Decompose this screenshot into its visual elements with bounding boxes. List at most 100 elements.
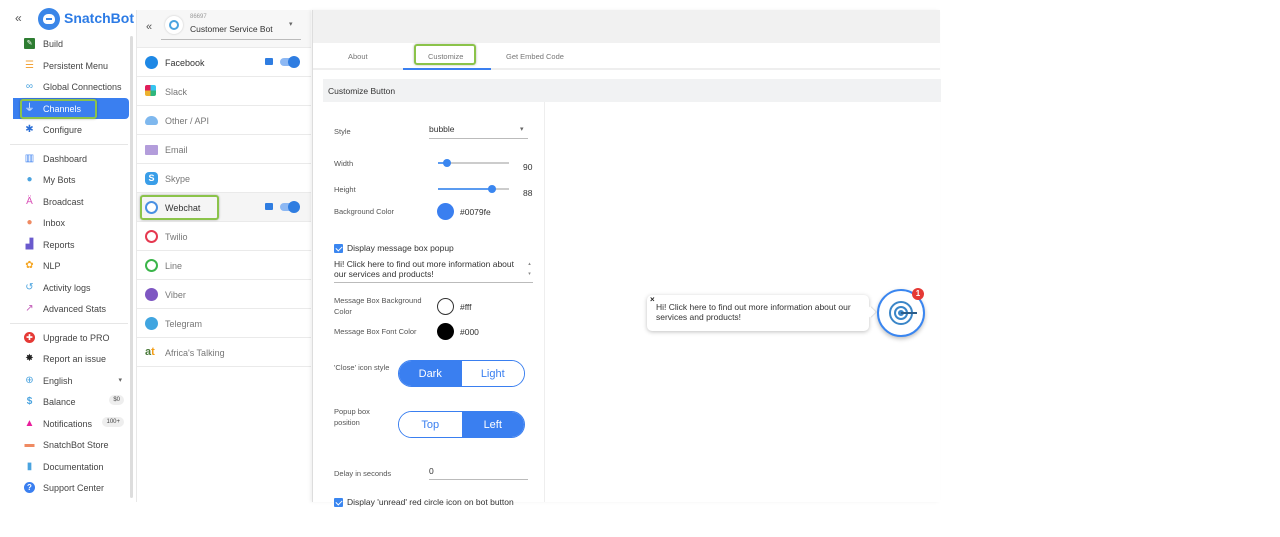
bot-id: 86697 — [190, 14, 207, 20]
display-unread-checkbox[interactable] — [334, 498, 343, 507]
popup-position-toggle[interactable]: Top Left — [398, 411, 525, 438]
sidebar-item-label: Global Connections — [43, 82, 122, 92]
sidebar-item-label: Advanced Stats — [43, 304, 107, 314]
channel-item-webchat[interactable]: Webchat — [137, 193, 311, 222]
bot-selector[interactable]: « 86697 Customer Service Bot ▾ — [137, 10, 311, 48]
background-color-swatch[interactable] — [437, 203, 454, 220]
africas-talking-icon: at — [145, 346, 155, 358]
channel-item-viber[interactable]: Viber — [137, 280, 311, 309]
channel-item-other-api[interactable]: Other / API — [137, 106, 311, 135]
channel-toggle[interactable] — [280, 56, 300, 68]
delay-label: Delay in seconds — [334, 469, 392, 478]
popup-position-label: Popup box position — [334, 407, 370, 427]
close-icon-style-toggle[interactable]: Dark Light — [398, 360, 525, 387]
sidebar-item-label: NLP — [43, 261, 61, 271]
language-select[interactable]: ⊕ English ▾ — [0, 370, 128, 392]
style-select[interactable]: bubble — [429, 124, 455, 134]
sidebar-item-label: Upgrade to PRO — [43, 332, 110, 343]
sidebar-item-notifications[interactable]: ▲ Notifications 100+ — [0, 413, 128, 435]
channel-label: Telegram — [165, 319, 203, 329]
bell-icon: ▲ — [24, 417, 35, 429]
message-box-bg-color-swatch[interactable] — [437, 298, 454, 315]
sidebar-item-advanced-stats[interactable]: ↗ Advanced Stats — [0, 298, 128, 320]
width-slider[interactable] — [438, 159, 509, 167]
popup-message-textarea[interactable]: Hi! Click here to find out more informat… — [334, 259, 533, 283]
display-popup-checkbox[interactable] — [334, 244, 343, 253]
close-style-dark-option[interactable]: Dark — [399, 361, 462, 386]
height-slider[interactable] — [438, 185, 509, 193]
background-color-label: Background Color — [334, 207, 395, 216]
close-style-light-option[interactable]: Light — [461, 361, 524, 386]
tab-get-embed-code[interactable]: Get Embed Code — [506, 52, 564, 61]
channel-item-facebook[interactable]: Facebook — [137, 48, 311, 77]
channel-item-twilio[interactable]: Twilio — [137, 222, 311, 251]
channel-item-line[interactable]: Line — [137, 251, 311, 280]
sidebar-item-build[interactable]: ✎ Build — [0, 33, 128, 55]
channel-toggle[interactable] — [280, 201, 300, 213]
message-icon[interactable] — [265, 58, 273, 65]
sidebar-item-label: Reports — [43, 239, 75, 250]
display-unread-label: Display 'unread' red circle icon on bot … — [347, 497, 514, 507]
sidebar-item-my-bots[interactable]: ● My Bots — [0, 169, 128, 191]
sidebar-item-broadcast[interactable]: Ä Broadcast — [0, 191, 128, 213]
snatchbot-logo-icon — [38, 8, 60, 30]
channel-item-email[interactable]: Email — [137, 135, 311, 164]
popup-position-top-option[interactable]: Top — [399, 412, 462, 437]
sidebar-item-label: Documentation — [43, 461, 104, 472]
channel-label: Other / API — [165, 116, 210, 126]
chat-icon: ● — [26, 217, 33, 228]
sidebar-item-inbox[interactable]: ● Inbox — [0, 212, 128, 234]
chevron-down-icon[interactable]: ▾ — [520, 125, 524, 133]
broadcast-icon: Ä — [26, 195, 33, 207]
collapse-sidebar-icon[interactable]: « — [15, 11, 22, 25]
sidebar-item-balance[interactable]: $ Balance $0 — [0, 391, 128, 413]
sidebar-scrollbar[interactable] — [130, 36, 133, 498]
width-slider-handle[interactable] — [442, 159, 451, 167]
channel-item-skype[interactable]: S Skype — [137, 164, 311, 193]
sidebar-item-activity-logs[interactable]: ↺ Activity logs — [0, 277, 128, 299]
sidebar-item-persistent-menu[interactable]: ☰ Persistent Menu — [0, 55, 128, 77]
sidebar-item-upgrade[interactable]: ✚ Upgrade to PRO — [0, 327, 128, 349]
preview-popup[interactable]: × Hi! Click here to find out more inform… — [647, 295, 869, 331]
message-box-bg-color-label: Message Box Background Color — [334, 296, 422, 316]
skype-icon: S — [145, 172, 158, 185]
display-popup-label: Display message box popup — [347, 243, 454, 253]
chevron-down-icon[interactable]: ▾ — [289, 20, 293, 28]
twilio-icon — [145, 230, 158, 243]
sidebar-item-configure[interactable]: ✱ Configure — [0, 119, 128, 141]
channel-label: Skype — [165, 174, 191, 184]
channel-item-telegram[interactable]: Telegram — [137, 309, 311, 338]
textarea-scrollbar[interactable]: ▴ ▾ — [526, 259, 533, 281]
channel-label: Africa's Talking — [165, 348, 225, 358]
delay-input-underline — [429, 479, 528, 480]
collapse-panel-icon[interactable]: « — [146, 21, 152, 33]
sidebar-item-dashboard[interactable]: ▥ Dashboard — [0, 148, 128, 170]
bot-name: Customer Service Bot — [190, 24, 273, 34]
sidebar-item-label: Report an issue — [43, 354, 107, 364]
message-box-font-color-swatch[interactable] — [437, 323, 454, 340]
height-slider-handle[interactable] — [487, 185, 496, 193]
telegram-icon — [145, 317, 158, 330]
background-color-value: #0079fe — [460, 207, 491, 217]
sidebar-item-support[interactable]: ? Support Center — [0, 477, 128, 499]
popup-message-text: Hi! Click here to find out more informat… — [334, 259, 515, 279]
sidebar-item-store[interactable]: ▬ SnatchBot Store — [0, 434, 128, 456]
facebook-messenger-icon — [145, 56, 158, 69]
notifications-badge: 100+ — [102, 416, 124, 427]
delay-input[interactable]: 0 — [429, 466, 434, 476]
channel-item-africas-talking[interactable]: at Africa's Talking — [137, 338, 311, 367]
tab-about[interactable]: About — [348, 52, 368, 61]
sidebar-item-channels[interactable]: ⏚ Channels — [13, 97, 129, 119]
popup-position-left-option[interactable]: Left — [461, 412, 524, 437]
close-icon[interactable]: × — [650, 295, 655, 304]
sidebar-item-nlp[interactable]: ✿ NLP — [0, 255, 128, 277]
sidebar-item-reports[interactable]: ▟ Reports — [0, 234, 128, 256]
sidebar-item-documentation[interactable]: ▮ Documentation — [0, 456, 128, 478]
sidebar-item-label: Inbox — [43, 218, 66, 228]
build-icon: ✎ — [24, 38, 35, 49]
sidebar-item-report-issue[interactable]: ✸ Report an issue — [0, 348, 128, 370]
message-icon[interactable] — [265, 203, 273, 210]
height-value: 88 — [523, 188, 533, 198]
channel-item-slack[interactable]: Slack — [137, 77, 311, 106]
sidebar-item-global-connections[interactable]: ∞ Global Connections — [0, 76, 128, 98]
